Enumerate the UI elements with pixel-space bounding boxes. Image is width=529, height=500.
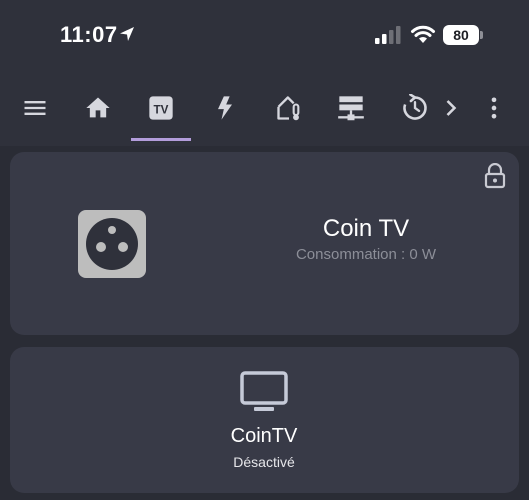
status-time: 11:07 xyxy=(60,22,118,47)
television-icon[interactable] xyxy=(240,371,288,413)
tv-tab-label: TV xyxy=(154,103,169,116)
location-arrow-icon xyxy=(120,27,134,41)
more-vertical-icon[interactable] xyxy=(480,94,508,122)
battery-icon: 80 xyxy=(443,25,483,45)
cellular-signal-icon xyxy=(375,26,401,44)
tv-name: CoinTV xyxy=(230,425,298,447)
battery-level: 80 xyxy=(443,25,479,45)
home-icon[interactable] xyxy=(84,94,112,122)
status-bar: 11:07 80 xyxy=(0,0,529,70)
power-socket-fr-icon[interactable] xyxy=(78,210,146,278)
menu-icon[interactable] xyxy=(21,94,49,122)
wifi-icon xyxy=(411,25,435,43)
top-toolbar: TV xyxy=(0,70,529,146)
tv-icon[interactable]: TV xyxy=(147,94,175,122)
tv-state: Désactivé xyxy=(233,454,295,470)
active-tab-indicator xyxy=(131,138,191,141)
home-thermometer-icon[interactable] xyxy=(275,94,303,122)
outlet-consumption: Consommation : 0 W xyxy=(295,246,437,263)
lock-icon[interactable] xyxy=(483,163,507,189)
outlet-name: Coin TV xyxy=(322,215,410,242)
history-icon[interactable] xyxy=(401,94,429,122)
chevron-right-icon[interactable] xyxy=(437,94,465,122)
lightning-icon[interactable] xyxy=(211,94,239,122)
server-network-icon[interactable] xyxy=(337,94,365,122)
tv-card[interactable] xyxy=(10,347,519,493)
